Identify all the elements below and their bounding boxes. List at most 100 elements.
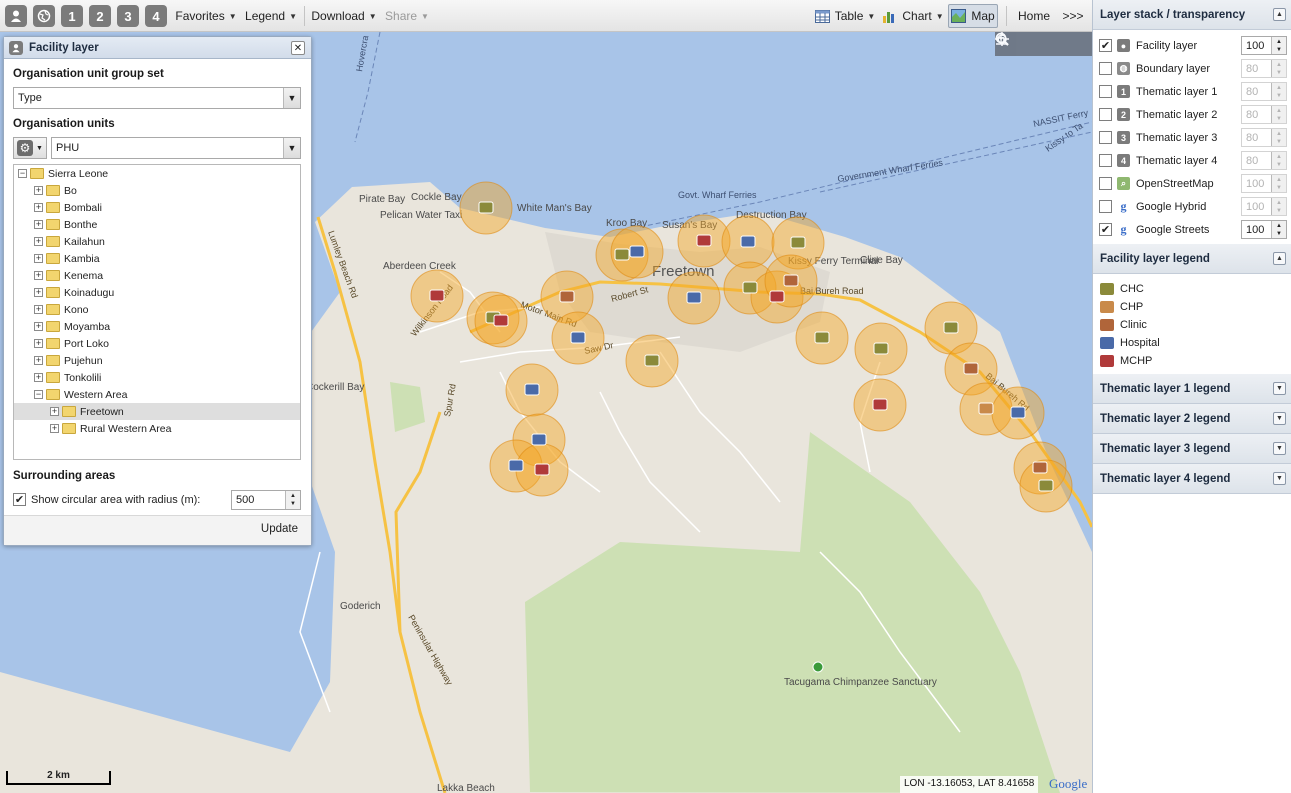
radius-input[interactable]: 500 ▲ ▼	[231, 490, 301, 510]
facility-legend-header[interactable]: Facility layer legend ▲	[1093, 244, 1291, 274]
collapse-icon[interactable]: −	[34, 390, 43, 399]
expand-icon[interactable]: +	[34, 373, 43, 382]
thematic-1-legend-header[interactable]: Thematic layer 1 legend ▼	[1093, 374, 1291, 404]
expand-down-icon[interactable]: ▼	[1273, 472, 1286, 485]
collapse-icon[interactable]: −	[18, 169, 27, 178]
layer-stack-header[interactable]: Layer stack / transparency ▲	[1093, 0, 1291, 30]
expand-icon[interactable]: +	[34, 237, 43, 246]
tree-node[interactable]: + Tonkolili	[14, 369, 300, 386]
zoom-out-icon[interactable]	[995, 32, 1040, 53]
facility-marker-icon[interactable]	[531, 433, 547, 446]
facility-marker-icon[interactable]	[814, 331, 830, 344]
expand-down-icon[interactable]: ▼	[1273, 382, 1286, 395]
facility-marker-icon[interactable]	[1032, 461, 1048, 474]
expand-icon[interactable]: +	[34, 254, 43, 263]
measure-icon[interactable]: m	[996, 34, 1089, 53]
facility-marker-icon[interactable]	[742, 281, 758, 294]
layer-opacity-input[interactable]: 100 ▲ ▼	[1241, 36, 1287, 55]
chart-button[interactable]: Chart ▼	[882, 4, 944, 28]
legend-menu[interactable]: Legend ▼	[244, 4, 298, 28]
layer-visibility-checkbox[interactable]	[1099, 85, 1112, 98]
thematic-2-legend-header[interactable]: Thematic layer 2 legend ▼	[1093, 404, 1291, 434]
expand-icon[interactable]: +	[50, 424, 59, 433]
org-unit-level-select[interactable]: PHU ▼	[51, 137, 301, 159]
thematic-layer-3-button[interactable]: 3	[117, 5, 139, 27]
tree-node[interactable]: − Western Area	[14, 386, 300, 403]
map-button[interactable]: Map	[948, 4, 998, 28]
collapse-up-icon[interactable]: ▲	[1273, 252, 1286, 265]
layer-opacity-input[interactable]: 80 ▲ ▼	[1241, 59, 1287, 78]
layer-visibility-checkbox[interactable]	[1099, 154, 1112, 167]
chevron-down-icon[interactable]: ▼	[283, 88, 300, 108]
facility-layer-button[interactable]	[5, 5, 27, 27]
expand-icon[interactable]: +	[34, 305, 43, 314]
facility-marker-icon[interactable]	[873, 342, 889, 355]
expand-icon[interactable]: +	[34, 339, 43, 348]
spinner-arrows-icon[interactable]: ▲ ▼	[1271, 37, 1286, 54]
layer-visibility-checkbox[interactable]	[1099, 177, 1112, 190]
facility-marker-icon[interactable]	[614, 248, 630, 261]
tree-node-root[interactable]: − Sierra Leone	[14, 165, 300, 182]
facility-marker-icon[interactable]	[478, 201, 494, 214]
layer-visibility-checkbox[interactable]: ✔	[1099, 39, 1112, 52]
thematic-3-legend-header[interactable]: Thematic layer 3 legend ▼	[1093, 434, 1291, 464]
layer-opacity-input[interactable]: 80 ▲ ▼	[1241, 105, 1287, 124]
download-menu[interactable]: Download ▼	[311, 4, 376, 28]
layer-visibility-checkbox[interactable]	[1099, 108, 1112, 121]
boundary-layer-button[interactable]	[33, 5, 55, 27]
facility-marker-icon[interactable]	[769, 290, 785, 303]
update-button[interactable]: Update	[261, 523, 298, 535]
facility-marker-icon[interactable]	[429, 289, 445, 302]
facility-marker-icon[interactable]	[1010, 406, 1026, 419]
expand-icon[interactable]: +	[34, 356, 43, 365]
close-icon[interactable]: ✕	[291, 41, 305, 55]
facility-marker-icon[interactable]	[524, 383, 540, 396]
facility-marker-icon[interactable]	[963, 362, 979, 375]
spinner-arrows-icon[interactable]: ▲ ▼	[285, 491, 300, 509]
tree-node[interactable]: + Freetown	[14, 403, 300, 420]
tree-node[interactable]: + Pujehun	[14, 352, 300, 369]
expand-icon[interactable]: +	[34, 220, 43, 229]
locate-icon[interactable]	[995, 32, 1065, 53]
thematic-layer-4-button[interactable]: 4	[145, 5, 167, 27]
facility-marker-icon[interactable]	[696, 234, 712, 247]
layer-opacity-input[interactable]: 100 ▲ ▼	[1241, 197, 1287, 216]
facility-marker-icon[interactable]	[559, 290, 575, 303]
favorites-menu[interactable]: Favorites ▼	[174, 4, 238, 28]
spinner-arrows-icon[interactable]: ▲ ▼	[1271, 83, 1286, 100]
thematic-4-legend-header[interactable]: Thematic layer 4 legend ▼	[1093, 464, 1291, 494]
spinner-arrows-icon[interactable]: ▲ ▼	[1271, 106, 1286, 123]
tree-node[interactable]: + Bombali	[14, 199, 300, 216]
expand-icon[interactable]: +	[34, 271, 43, 280]
share-menu[interactable]: Share ▼	[384, 4, 430, 28]
home-button[interactable]: Home	[1014, 4, 1054, 28]
facility-marker-icon[interactable]	[508, 459, 524, 472]
facility-marker-icon[interactable]	[1038, 479, 1054, 492]
more-button[interactable]: >>>	[1058, 4, 1088, 28]
spinner-arrows-icon[interactable]: ▲ ▼	[1271, 175, 1286, 192]
table-button[interactable]: Table ▼	[814, 4, 876, 28]
layer-visibility-checkbox[interactable]: ✔	[1099, 223, 1112, 236]
facility-marker-icon[interactable]	[943, 321, 959, 334]
layer-visibility-checkbox[interactable]	[1099, 62, 1112, 75]
facility-marker-icon[interactable]	[783, 274, 799, 287]
tree-node[interactable]: + Kambia	[14, 250, 300, 267]
collapse-up-icon[interactable]: ▲	[1273, 8, 1286, 21]
expand-icon[interactable]: +	[34, 186, 43, 195]
facility-marker-icon[interactable]	[570, 331, 586, 344]
spinner-arrows-icon[interactable]: ▲ ▼	[1271, 221, 1286, 238]
layer-visibility-checkbox[interactable]	[1099, 131, 1112, 144]
park-marker-icon[interactable]	[812, 661, 824, 673]
tree-node[interactable]: + Bonthe	[14, 216, 300, 233]
tree-node[interactable]: + Rural Western Area	[14, 420, 300, 437]
spinner-arrows-icon[interactable]: ▲ ▼	[1271, 129, 1286, 146]
expand-down-icon[interactable]: ▼	[1273, 442, 1286, 455]
org-unit-settings-button[interactable]: ⚙ ▼	[13, 137, 47, 159]
thematic-layer-2-button[interactable]: 2	[89, 5, 111, 27]
layer-opacity-input[interactable]: 80 ▲ ▼	[1241, 82, 1287, 101]
expand-icon[interactable]: +	[34, 203, 43, 212]
facility-marker-icon[interactable]	[686, 291, 702, 304]
layer-opacity-input[interactable]: 80 ▲ ▼	[1241, 151, 1287, 170]
layer-opacity-input[interactable]: 100 ▲ ▼	[1241, 220, 1287, 239]
group-set-select[interactable]: Type ▼	[13, 87, 301, 109]
